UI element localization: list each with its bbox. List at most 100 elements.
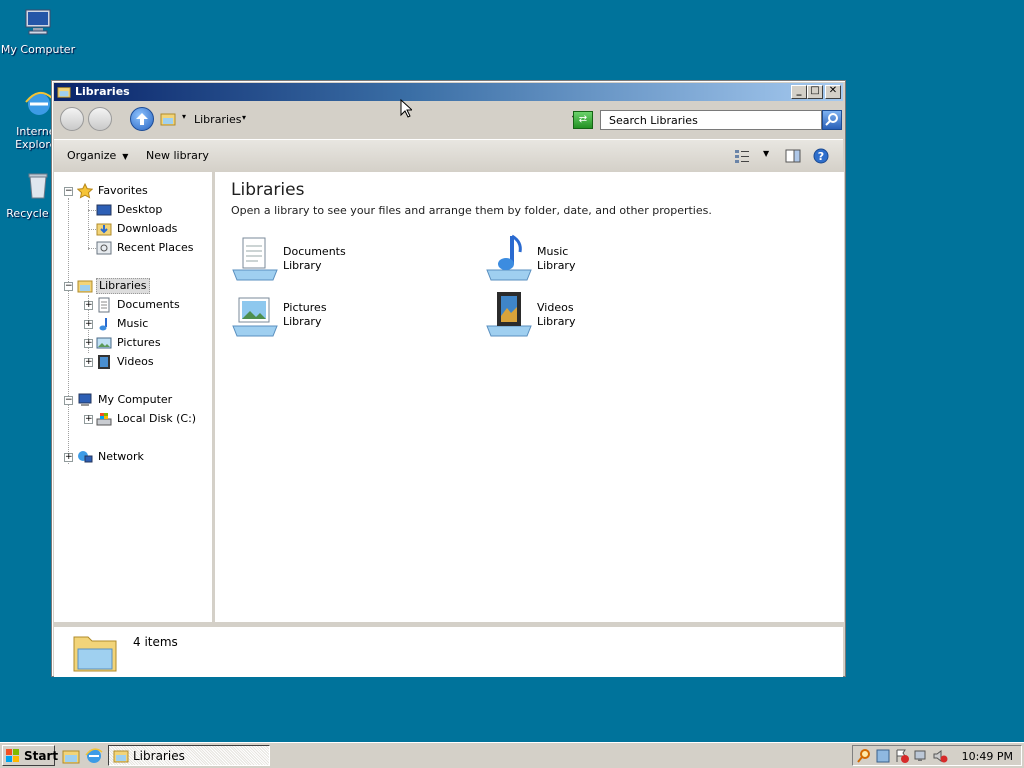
window-titlebar[interactable]: Libraries _ □ ✕ [54,83,843,101]
expand-pictures-toggle[interactable]: + [84,339,93,348]
address-row: ▾ Libraries ▾ ▾ ⇄ [54,103,843,137]
tree-label: Videos [117,355,154,368]
collapse-favorites-toggle[interactable]: − [64,187,73,196]
recent-places-icon [96,241,112,255]
desktop-icon-my-computer[interactable]: My Computer [0,6,76,56]
minimize-icon: _ [796,85,802,96]
refresh-button[interactable]: ⇄ [573,111,593,129]
start-button[interactable]: Start [2,745,59,766]
library-name: Music [537,245,569,258]
library-item-documents[interactable]: Documents Library [231,234,471,282]
change-view-icon[interactable] [734,148,750,164]
quicklaunch-explorer-icon[interactable] [62,747,80,765]
mouse-cursor-icon [400,99,412,118]
minimize-button[interactable]: _ [791,85,807,99]
command-bar: Organize ▼ New library ▼ ? [54,139,843,173]
close-button[interactable]: ✕ [825,85,841,99]
tree-item-my-computer[interactable]: My Computer [77,392,174,408]
item-count: 4 items [133,635,178,649]
clock[interactable]: 10:49 PM [962,750,1013,763]
collapse-libraries-toggle[interactable]: − [64,282,73,291]
refresh-icon: ⇄ [578,114,588,125]
expand-music-toggle[interactable]: + [84,320,93,329]
tree-label: Downloads [117,222,178,235]
music-library-icon [486,234,532,281]
search-button[interactable] [822,110,842,130]
search-input[interactable] [607,113,821,128]
breadcrumb-chevron-icon[interactable]: ▾ [242,113,246,122]
tree-item-pictures[interactable]: Pictures [96,335,163,351]
preview-pane-icon[interactable] [785,148,801,164]
my-computer-icon [25,9,51,35]
tree-item-desktop[interactable]: Desktop [96,202,164,218]
new-library-button[interactable]: New library [146,149,209,162]
expand-videos-toggle[interactable]: + [84,358,93,367]
help-icon[interactable]: ? [813,148,829,164]
expand-network-toggle[interactable]: + [64,453,73,462]
breadcrumb-libraries[interactable]: Libraries [194,113,242,126]
breadcrumb-chevron-icon[interactable]: ▾ [182,112,186,121]
computer-icon [78,393,92,406]
tree-label: Pictures [117,336,161,349]
documents-library-icon [232,237,278,281]
tree-item-documents[interactable]: Documents [96,297,182,313]
library-item-videos[interactable]: Videos Library [485,290,725,338]
view-options-chevron-icon[interactable]: ▼ [763,149,769,158]
hard-drive-icon [96,413,112,426]
tree-item-local-disk[interactable]: Local Disk (C:) [96,411,198,427]
action-center-warning-icon[interactable] [894,748,910,764]
music-note-icon [99,318,107,331]
tree-label: Libraries [96,278,150,294]
collapse-computer-toggle[interactable]: − [64,396,73,405]
libraries-folder-icon [57,87,71,98]
app-tray-icon[interactable] [875,748,891,764]
tree-item-music[interactable]: Music [96,316,150,332]
svg-text:?: ? [818,150,824,163]
search-tray-icon[interactable] [856,748,872,764]
address-bar[interactable]: ▾ Libraries ▾ ▾ [156,109,576,129]
tree-label: Local Disk (C:) [117,412,197,425]
forward-button[interactable] [88,107,112,131]
expand-local-disk-toggle[interactable]: + [84,415,93,424]
close-icon: ✕ [828,85,838,96]
tree-item-favorites[interactable]: Favorites [77,183,150,199]
up-arrow-icon [136,113,148,125]
library-kind: Library [537,315,576,328]
film-strip-icon [98,355,110,369]
desktop-icon [96,204,112,216]
taskbar: Start Libraries 10:49 PM [0,742,1024,768]
page-description: Open a library to see your files and arr… [231,204,712,217]
up-button[interactable] [130,107,154,131]
organize-button[interactable]: Organize ▼ [67,149,128,162]
tree-label: Desktop [117,203,163,216]
details-pane: 4 items [54,625,843,677]
quicklaunch-internet-explorer-icon[interactable] [85,747,103,765]
tree-label: My Computer [98,393,173,406]
tree-item-recent-places[interactable]: Recent Places [96,240,196,256]
pictures-icon [96,337,112,349]
taskbar-item-libraries[interactable]: Libraries [108,745,270,766]
library-kind: Library [283,315,322,328]
expand-documents-toggle[interactable]: + [84,301,93,310]
start-label: Start [24,749,59,763]
tree-item-downloads[interactable]: Downloads [96,221,179,237]
tree-label: Favorites [98,184,148,197]
volume-muted-icon[interactable] [932,748,948,764]
organize-label: Organize [67,149,117,162]
search-icon [825,113,838,126]
tree-item-videos[interactable]: Videos [96,354,156,370]
library-name: Documents [283,245,346,258]
tree-item-libraries[interactable]: Libraries [77,278,150,294]
library-item-music[interactable]: Music Library [485,234,725,282]
star-icon [77,183,93,199]
search-box[interactable] [600,110,822,130]
videos-library-icon [486,292,532,337]
maximize-button[interactable]: □ [807,85,823,99]
tree-item-network[interactable]: Network [77,449,146,465]
library-item-pictures[interactable]: Pictures Library [231,290,471,338]
network-tray-icon[interactable] [913,748,929,764]
back-button[interactable] [60,107,84,131]
maximize-icon: □ [810,85,820,96]
documents-icon [98,297,110,313]
content-pane: Libraries Open a library to see your fil… [215,172,844,622]
